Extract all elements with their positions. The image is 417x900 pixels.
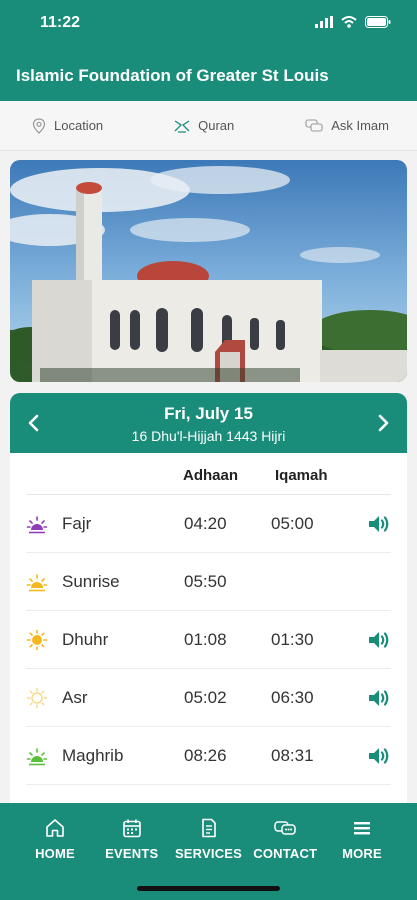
document-icon [201, 818, 216, 838]
gregorian-date: Fri, July 15 [164, 404, 253, 423]
quran-link-label: Quran [198, 118, 235, 133]
location-pin-icon [32, 117, 46, 134]
location-link[interactable]: Location [32, 117, 104, 134]
sun-icon [26, 629, 48, 651]
prayer-row-fajr: Fajr 04:20 05:00 [26, 495, 391, 553]
page-title: Islamic Foundation of Greater St Louis [16, 66, 329, 85]
adhaan-time: 08:26 [184, 746, 227, 765]
hijri-date: 16 Dhu'l-Hijjah 1443 Hijri [131, 428, 286, 444]
tab-events-label: EVENTS [105, 846, 159, 861]
speaker-icon[interactable] [367, 628, 391, 652]
iqamah-column-header: Iqamah [275, 467, 328, 484]
signal-icon [315, 16, 333, 28]
tab-contact[interactable]: CONTACT [248, 803, 322, 863]
quran-link[interactable]: Quran [174, 118, 234, 133]
tab-contact-label: CONTACT [253, 846, 318, 861]
prev-day-chevron-icon[interactable] [24, 413, 44, 433]
sunset-icon [26, 748, 48, 766]
home-indicator [137, 886, 280, 891]
iqamah-time: 08:31 [271, 746, 314, 765]
sunrise-icon [26, 574, 48, 592]
quick-links-bar: Location Quran Ask Imam [0, 101, 417, 151]
speaker-icon[interactable] [367, 686, 391, 710]
prayer-name: Asr [62, 688, 88, 707]
app-header: 11:22 Islamic Foundation of Greater St L… [0, 0, 417, 101]
adhaan-time: 05:50 [184, 572, 227, 591]
prayer-row-asr: Asr 05:02 06:30 [26, 669, 391, 727]
prayer-name: Dhuhr [62, 630, 109, 649]
tab-more[interactable]: MORE [325, 803, 399, 863]
location-link-label: Location [54, 118, 104, 133]
tab-home-label: HOME [35, 846, 75, 861]
prayer-row-dhuhr: Dhuhr 01:08 01:30 [26, 611, 391, 669]
quran-book-icon [174, 119, 190, 133]
next-day-chevron-icon[interactable] [373, 413, 393, 433]
contact-icon [274, 821, 296, 835]
status-icons [315, 16, 391, 28]
date-bar: Fri, July 15 16 Dhu'l-Hijjah 1443 Hijri [10, 393, 407, 453]
tab-events[interactable]: EVENTS [95, 803, 169, 863]
adhaan-time: 04:20 [184, 514, 227, 533]
status-bar: 11:22 [0, 14, 417, 36]
adhaan-time: 01:08 [184, 630, 227, 649]
prayer-name: Maghrib [62, 746, 124, 765]
prayer-row-maghrib: Maghrib 08:26 08:31 [26, 727, 391, 785]
adhaan-column-header: Adhaan [183, 467, 239, 484]
battery-icon [365, 16, 391, 28]
adhaan-time: 05:02 [184, 688, 227, 707]
menu-icon [354, 822, 370, 835]
table-header: Adhaan Iqamah [26, 453, 391, 495]
ask-imam-link-label: Ask Imam [331, 118, 389, 133]
bottom-tab-bar: HOME EVENTS SERVICES CONTACT MORE [0, 803, 417, 900]
mosque-photo [10, 160, 407, 382]
speaker-icon[interactable] [367, 512, 391, 536]
tab-services-label: SERVICES [174, 846, 243, 861]
calendar-icon [122, 819, 141, 838]
ask-imam-link[interactable]: Ask Imam [305, 118, 389, 133]
sun-outline-icon [26, 687, 48, 709]
iqamah-time: 01:30 [271, 630, 314, 649]
chat-bubbles-icon [305, 118, 323, 132]
tab-services[interactable]: SERVICES [172, 803, 246, 863]
home-icon [46, 819, 64, 837]
tab-home[interactable]: HOME [18, 803, 92, 863]
wifi-icon [341, 16, 357, 28]
status-time: 11:22 [40, 14, 81, 31]
tab-more-label: MORE [342, 846, 382, 861]
speaker-icon[interactable] [367, 744, 391, 768]
iqamah-time: 06:30 [271, 688, 314, 707]
prayer-times-card: Fri, July 15 16 Dhu'l-Hijjah 1443 Hijri … [10, 393, 407, 813]
iqamah-time: 05:00 [271, 514, 314, 533]
sunrise-icon [26, 516, 48, 534]
prayer-name: Sunrise [62, 572, 120, 591]
prayer-name: Fajr [62, 514, 92, 533]
prayer-row-sunrise: Sunrise 05:50 [26, 553, 391, 611]
